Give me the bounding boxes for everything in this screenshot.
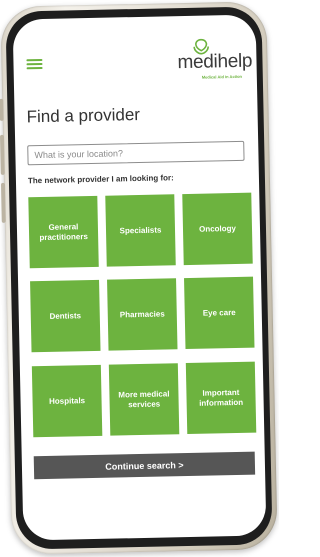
tile-important-information[interactable]: Important information xyxy=(185,361,257,435)
tile-oncology[interactable]: Oncology xyxy=(182,192,253,266)
location-search-input[interactable] xyxy=(27,140,245,166)
phone-side-button xyxy=(0,134,5,175)
phone-side-button xyxy=(0,182,6,223)
tile-specialists[interactable]: Specialists xyxy=(105,194,176,267)
tile-eye-care[interactable]: Eye care xyxy=(184,276,255,350)
logo-tagline: Medical Aid in Action xyxy=(201,73,243,80)
app-screen: medihelp Medical Aid in Action Find a pr… xyxy=(12,14,267,541)
tile-pharmacies[interactable]: Pharmacies xyxy=(107,278,178,351)
continue-search-button[interactable]: Continue search > xyxy=(33,451,256,480)
stage: medihelp Medical Aid in Action Find a pr… xyxy=(0,0,279,557)
page-title: Find a provider xyxy=(26,104,141,127)
provider-grid: General practitioners Specialists Oncolo… xyxy=(28,192,257,438)
phone-side-button xyxy=(0,98,4,121)
app-header: medihelp Medical Aid in Action xyxy=(13,15,257,84)
provider-prompt: The network provider I am looking for: xyxy=(27,173,174,186)
tile-dentists[interactable]: Dentists xyxy=(30,279,101,353)
hamburger-menu-icon[interactable] xyxy=(26,58,43,70)
tile-hospitals[interactable]: Hospitals xyxy=(31,364,103,438)
medihelp-logo[interactable]: medihelp Medical Aid in Action xyxy=(163,37,254,81)
logo-name: medihelp xyxy=(177,50,253,74)
tile-more-medical-services[interactable]: More medical services xyxy=(108,363,180,436)
tile-general-practitioners[interactable]: General practitioners xyxy=(28,195,99,269)
